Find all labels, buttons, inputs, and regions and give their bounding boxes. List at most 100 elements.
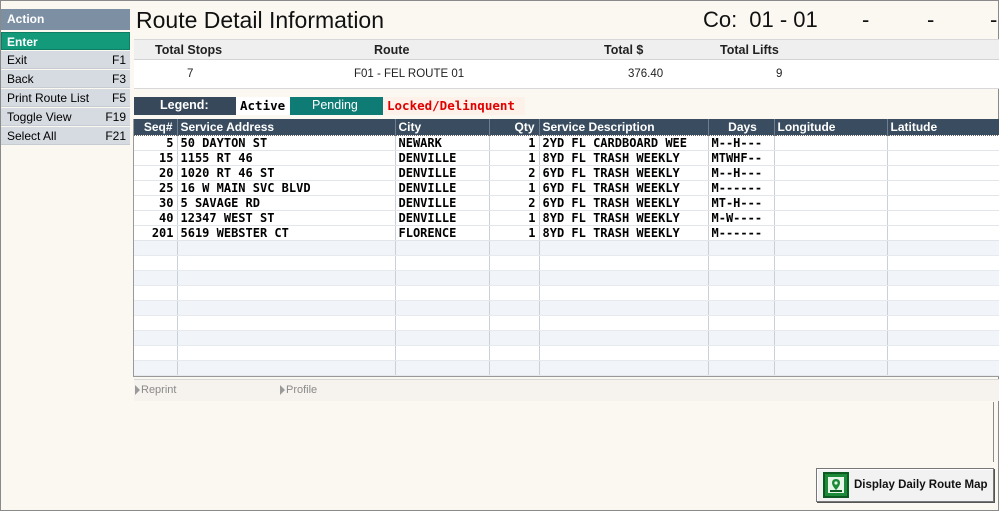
- status-legend: Legend: Active Pending Locked/Delinquent: [134, 97, 999, 115]
- cell-latitude: [887, 134, 999, 151]
- cell-qty: 2: [489, 195, 540, 211]
- cell-city: FLORENCE: [395, 225, 490, 241]
- table-row[interactable]: 25 16 W MAIN SVC BLVD DENVILLE 1 6YD FL …: [134, 180, 999, 196]
- cell-qty: 1: [489, 225, 540, 241]
- cell-days: M------: [708, 180, 775, 196]
- map-button-label: Display Daily Route Map: [854, 479, 988, 491]
- back-button[interactable]: Back F3: [1, 70, 130, 88]
- cell-latitude: [887, 225, 999, 241]
- table-row[interactable]: 20 1020 RT 46 ST DENVILLE 2 6YD FL TRASH…: [134, 165, 999, 181]
- table-row[interactable]: 201 5619 WEBSTER CT FLORENCE 1 8YD FL TR…: [134, 225, 999, 241]
- total-stops-value: 7: [187, 68, 194, 80]
- cell-address: 5619 WEBSTER CT: [177, 225, 396, 241]
- col-city[interactable]: City: [395, 119, 490, 135]
- col-service-address[interactable]: Service Address: [177, 119, 396, 135]
- cell-seq: 20: [134, 165, 178, 181]
- summary-values-row: 7 F01 - FEL ROUTE 01 376.40 9: [134, 60, 999, 89]
- toggle-view-key: F19: [105, 110, 126, 124]
- print-route-list-button[interactable]: Print Route List F5: [1, 89, 130, 107]
- reprint-label: Reprint: [141, 384, 177, 396]
- empty-row: [134, 300, 999, 316]
- cell-description: 8YD FL TRASH WEEKLY: [539, 210, 709, 226]
- cell-qty: 2: [489, 165, 540, 181]
- legend-pending: Pending: [290, 97, 383, 115]
- cell-city: DENVILLE: [395, 150, 490, 166]
- cell-city: NEWARK: [395, 134, 490, 151]
- cell-days: M------: [708, 225, 775, 241]
- cell-address: 5 SAVAGE RD: [177, 195, 396, 211]
- table-row[interactable]: 30 5 SAVAGE RD DENVILLE 2 6YD FL TRASH W…: [134, 195, 999, 211]
- cell-city: DENVILLE: [395, 210, 490, 226]
- header-dash-3: -: [990, 7, 998, 32]
- enter-button[interactable]: Enter: [1, 32, 130, 50]
- table-row[interactable]: 15 1155 RT 46 DENVILLE 1 8YD FL TRASH WE…: [134, 150, 999, 166]
- cell-longitude: [774, 195, 888, 211]
- cell-qty: 1: [489, 210, 540, 226]
- col-latitude[interactable]: Latitude: [887, 119, 999, 135]
- cell-days: M-W----: [708, 210, 775, 226]
- cell-latitude: [887, 195, 999, 211]
- cell-seq: 5: [134, 134, 178, 151]
- divider: [993, 402, 994, 462]
- cell-longitude: [774, 150, 888, 166]
- cell-qty: 1: [489, 150, 540, 166]
- back-key: F3: [111, 72, 126, 86]
- action-menu-header: Action: [1, 9, 130, 30]
- col-days[interactable]: Days: [708, 119, 775, 135]
- exit-key: F1: [111, 53, 126, 67]
- empty-row: [134, 360, 999, 376]
- cell-description: 6YD FL TRASH WEEKLY: [539, 165, 709, 181]
- col-longitude[interactable]: Longitude: [774, 119, 888, 135]
- col-seq[interactable]: Seq#: [134, 119, 178, 135]
- empty-row: [134, 345, 999, 361]
- table-row[interactable]: 5 50 DAYTON ST NEWARK 1 2YD FL CARDBOARD…: [134, 134, 999, 151]
- triangle-right-icon: [280, 385, 285, 395]
- select-all-key: F21: [105, 129, 126, 143]
- route-header: Route: [374, 43, 410, 57]
- cell-qty: 1: [489, 134, 540, 151]
- reprint-link[interactable]: Reprint: [135, 384, 176, 396]
- total-amount-value: 376.40: [628, 68, 664, 80]
- empty-row: [134, 315, 999, 331]
- service-grid: Seq# Service Address City Qty Service De…: [133, 119, 999, 377]
- cell-longitude: [774, 134, 888, 151]
- cell-longitude: [774, 180, 888, 196]
- total-lifts-value: 9: [776, 68, 783, 80]
- toggle-view-button[interactable]: Toggle View F19: [1, 108, 130, 126]
- cell-latitude: [887, 180, 999, 196]
- grid-footer: Reprint Profile: [134, 379, 999, 401]
- toggle-view-label: Toggle View: [7, 110, 72, 124]
- cell-longitude: [774, 210, 888, 226]
- print-route-list-key: F5: [111, 91, 126, 105]
- profile-link[interactable]: Profile: [280, 384, 317, 396]
- cell-seq: 40: [134, 210, 178, 226]
- cell-address: 50 DAYTON ST: [177, 134, 396, 151]
- company-label: Co:: [703, 7, 738, 32]
- cell-qty: 1: [489, 180, 540, 196]
- col-qty[interactable]: Qty: [489, 119, 540, 135]
- cell-city: DENVILLE: [395, 165, 490, 181]
- cell-description: 6YD FL TRASH WEEKLY: [539, 180, 709, 196]
- route-value: F01 - FEL ROUTE 01: [354, 68, 465, 80]
- cell-days: M--H---: [708, 165, 775, 181]
- cell-description: 8YD FL TRASH WEEKLY: [539, 150, 709, 166]
- action-menu: Action Enter Exit F1 Back F3 Print Route…: [1, 9, 130, 145]
- cell-address: 1155 RT 46: [177, 150, 396, 166]
- cell-description: 6YD FL TRASH WEEKLY: [539, 195, 709, 211]
- select-all-label: Select All: [7, 129, 57, 143]
- cell-city: DENVILLE: [395, 180, 490, 196]
- cell-seq: 15: [134, 150, 178, 166]
- select-all-button[interactable]: Select All F21: [1, 127, 130, 145]
- grid-header-row: Seq# Service Address City Qty Service De…: [134, 119, 999, 135]
- table-row[interactable]: 40 12347 WEST ST DENVILLE 1 8YD FL TRASH…: [134, 210, 999, 226]
- col-service-description[interactable]: Service Description: [539, 119, 709, 135]
- display-daily-route-map-button[interactable]: Display Daily Route Map: [816, 468, 994, 502]
- cell-days: M--H---: [708, 134, 775, 151]
- cell-days: MTWHF--: [708, 150, 775, 166]
- exit-button[interactable]: Exit F1: [1, 51, 130, 69]
- total-stops-header: Total Stops: [155, 43, 223, 57]
- back-label: Back: [7, 72, 34, 86]
- empty-row: [134, 270, 999, 286]
- cell-seq: 25: [134, 180, 178, 196]
- cell-latitude: [887, 150, 999, 166]
